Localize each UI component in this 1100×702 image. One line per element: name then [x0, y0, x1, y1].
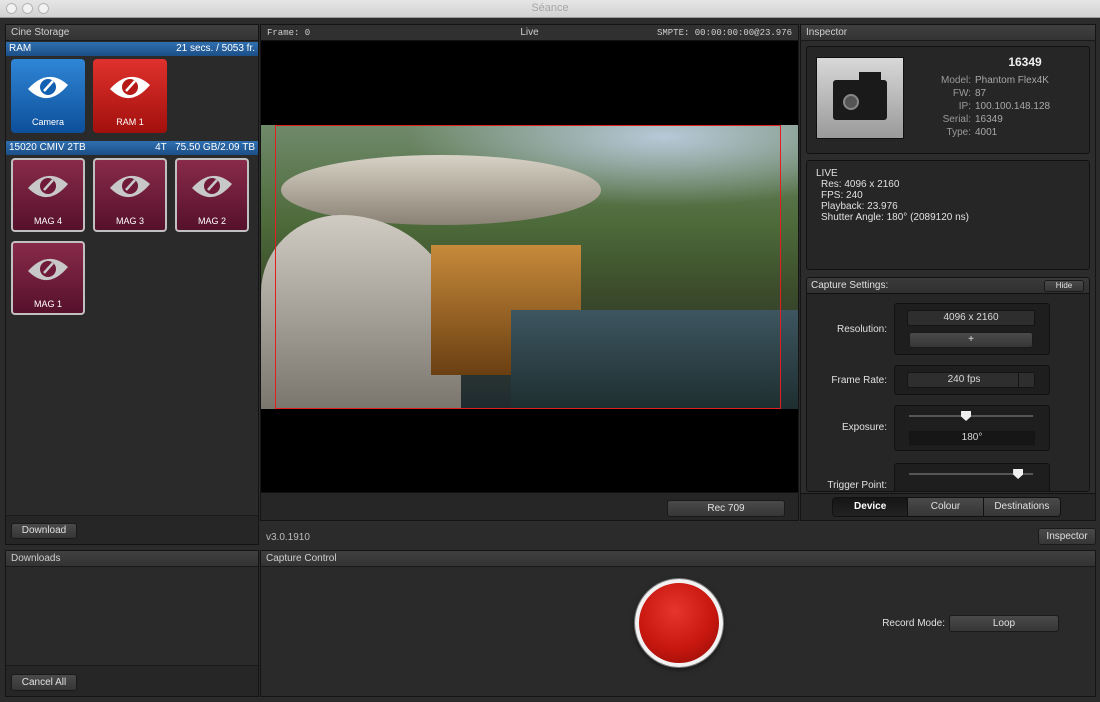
lut-rec709-button[interactable]: Rec 709 — [667, 500, 785, 517]
mag-type: 4T — [155, 142, 167, 153]
record-mode-select[interactable]: Loop — [949, 615, 1059, 632]
downloads-title: Downloads — [6, 551, 258, 567]
eye-icon — [192, 175, 232, 198]
ram1-tile[interactable]: RAM 1 — [93, 59, 167, 133]
live-res: Res: 4096 x 2160 — [821, 179, 900, 190]
live-shutter: Shutter Angle: 180° (2089120 ns) — [821, 212, 969, 223]
camera-lens-icon — [843, 94, 859, 110]
inspector-panel: Inspector 16349 Model: Phantom Flex4K FW… — [800, 24, 1096, 521]
mag2-tile[interactable]: MAG 2 — [175, 158, 249, 232]
ram1-tile-label: RAM 1 — [116, 117, 144, 127]
tab-device[interactable]: Device — [833, 498, 909, 516]
resolution-group: 4096 x 2160 + — [894, 303, 1050, 355]
window-title: Séance — [531, 2, 569, 14]
tab-colour[interactable]: Colour — [908, 498, 984, 516]
eye-icon — [110, 76, 150, 99]
camera-tile[interactable]: Camera — [11, 59, 85, 133]
capture-settings-title: Capture Settings: — [811, 280, 889, 291]
live-video-frame — [261, 125, 798, 409]
fw-key: FW: — [952, 88, 971, 99]
hide-capture-settings-button[interactable]: Hide — [1044, 280, 1084, 292]
eye-icon — [28, 175, 68, 198]
mag3-tile-label: MAG 3 — [115, 216, 144, 226]
exposure-slider-track[interactable] — [909, 411, 1033, 421]
live-playback: Playback: 23.976 — [821, 201, 898, 212]
fw-value: 87 — [975, 88, 987, 99]
inspector-tab-bar: Device Colour Destinations — [832, 497, 1061, 517]
camera-info-box: 16349 Model: Phantom Flex4K FW: 87 IP: 1… — [806, 46, 1090, 154]
serial-key: Serial: — [942, 114, 971, 125]
model-value: Phantom Flex4K — [975, 75, 1049, 86]
downloads-footer: Cancel All — [6, 665, 258, 696]
framerate-label: Frame Rate: — [831, 375, 887, 386]
camera-tile-label: Camera — [31, 117, 64, 127]
serial-value: 16349 — [975, 114, 1003, 125]
exposure-slider-thumb[interactable] — [961, 411, 972, 421]
ram-header: RAM 21 secs. / 5053 fr. — [6, 42, 258, 56]
model-key: Model: — [940, 75, 971, 86]
mag-header: 15020 CMIV 2TB 4T 75.50 GB/2.09 TB — [6, 141, 258, 155]
live-title: LIVE — [816, 168, 838, 179]
trigger-point-slider-track[interactable] — [909, 469, 1033, 479]
exposure-value[interactable]: 180° — [909, 431, 1035, 445]
inspector-title: Inspector — [801, 25, 1095, 41]
add-resolution-button[interactable]: + — [909, 332, 1033, 348]
framerate-input[interactable]: 240 fps — [907, 372, 1035, 388]
viewer-footer: Rec 709 — [261, 492, 798, 520]
viewer-panel: Frame: 0 Live SMPTE: 00:00:00:00@23.976 … — [260, 24, 799, 521]
ram-info: 21 secs. / 5053 fr. — [176, 43, 255, 54]
camera-body-icon — [833, 80, 887, 120]
exposure-label: Exposure: — [841, 422, 887, 433]
exposure-group: 180° — [894, 405, 1050, 451]
camera-id: 16349 — [1008, 55, 1042, 69]
type-key: Type: — [946, 127, 971, 138]
ip-key: IP: — [958, 101, 971, 112]
tab-destinations[interactable]: Destinations — [983, 498, 1060, 516]
eye-icon — [28, 76, 68, 99]
capture-control-title: Capture Control — [261, 551, 1095, 567]
cine-storage-footer: Download — [6, 515, 258, 544]
ip-value: 100.100.148.128 — [975, 101, 1051, 112]
framerate-stepper[interactable] — [1018, 373, 1034, 387]
smpte-timecode: SMPTE: 00:00:00:00@23.976 — [656, 28, 792, 38]
mag3-tile[interactable]: MAG 3 — [93, 158, 167, 232]
cine-storage-panel: Cine Storage RAM 21 secs. / 5053 fr. Cam… — [5, 24, 259, 545]
download-button[interactable]: Download — [11, 523, 77, 539]
live-status-box: LIVE Res: 4096 x 2160 FPS: 240 Playback:… — [806, 160, 1090, 270]
cancel-all-button[interactable]: Cancel All — [11, 674, 77, 691]
capture-control-panel: Capture Control Record Mode: Loop — [260, 550, 1096, 697]
camera-thumbnail — [816, 57, 904, 139]
framerate-group: 240 fps — [894, 365, 1050, 395]
downloads-panel: Downloads Cancel All — [5, 550, 259, 697]
eye-icon — [28, 258, 68, 281]
mag2-tile-label: MAG 2 — [197, 216, 226, 226]
type-value: 4001 — [975, 127, 998, 138]
mag-info: 75.50 GB/2.09 TB — [175, 142, 255, 153]
trigger-point-group — [894, 463, 1050, 491]
version-label: v3.0.1910 — [266, 532, 310, 543]
resolution-select[interactable]: 4096 x 2160 — [907, 310, 1035, 326]
mag1-tile-label: MAG 1 — [33, 299, 62, 309]
viewer-header: Frame: 0 Live SMPTE: 00:00:00:00@23.976 — [261, 25, 798, 41]
inspector-footer: Device Colour Destinations — [801, 493, 1095, 520]
frame-guide-overlay — [275, 125, 781, 409]
capture-settings-box: Capture Settings: Hide Resolution: 4096 … — [806, 277, 1090, 492]
inspector-toggle-button[interactable]: Inspector — [1038, 528, 1096, 545]
mag4-tile-label: MAG 4 — [33, 216, 62, 226]
ram-label: RAM — [9, 43, 32, 54]
trigger-point-label: Trigger Point: — [827, 480, 887, 491]
cine-storage-title: Cine Storage — [6, 25, 258, 41]
trigger-point-slider-thumb[interactable] — [1013, 469, 1024, 479]
live-fps: FPS: 240 — [821, 190, 863, 201]
record-mode-label: Record Mode: — [882, 618, 945, 629]
resolution-label: Resolution: — [836, 324, 887, 335]
eye-icon — [110, 175, 150, 198]
record-button[interactable] — [635, 579, 723, 667]
window-titlebar: Séance — [0, 0, 1100, 18]
live-details: Res: 4096 x 2160 FPS: 240 Playback: 23.9… — [821, 179, 969, 223]
mag1-tile[interactable]: MAG 1 — [11, 241, 85, 315]
mag-label: 15020 CMIV 2TB — [9, 142, 86, 153]
mag4-tile[interactable]: MAG 4 — [11, 158, 85, 232]
